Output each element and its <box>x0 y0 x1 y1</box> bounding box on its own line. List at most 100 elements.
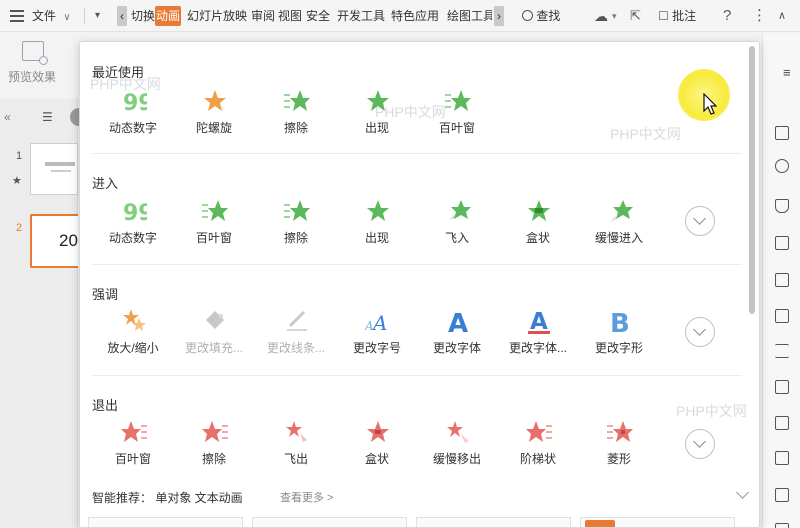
tab-developer[interactable]: 开发工具 <box>336 6 386 26</box>
tab-security[interactable]: 安全 <box>305 6 331 26</box>
anim-entrance-box[interactable]: 盒状 <box>502 198 574 254</box>
smart-more-link[interactable]: 查看更多 > <box>280 489 333 505</box>
svg-text:A: A <box>448 309 468 334</box>
search-icon <box>522 10 533 21</box>
grid-icon[interactable] <box>775 273 789 287</box>
anim-recent-wipe[interactable]: 擦除 <box>260 88 332 144</box>
anim-exit-blinds[interactable]: 百叶窗 <box>97 419 169 475</box>
cloud-dropdown-icon[interactable]: ▾ <box>612 0 617 32</box>
tab-scroll-right-button[interactable]: › <box>494 6 504 26</box>
quick-access-dropdown-icon[interactable]: ▾ <box>95 0 100 32</box>
chart-icon[interactable] <box>775 309 789 323</box>
anim-recent-blinds[interactable]: 百叶窗 <box>421 88 493 144</box>
cloud-icon[interactable]: ☁ <box>594 0 608 32</box>
anim-entrance-fly-in[interactable]: 飞入 <box>421 198 493 254</box>
search-button[interactable]: 查找 <box>522 0 560 32</box>
file-menu[interactable]: 文件 ∨ <box>32 0 71 32</box>
copy-icon[interactable] <box>775 126 789 140</box>
slide-thumbnail-2[interactable]: 20 <box>30 214 78 268</box>
anim-recent-appear[interactable]: 出现 <box>341 88 413 144</box>
tab-slideshow[interactable]: 幻灯片放映 <box>186 6 248 26</box>
anim-entrance-wipe[interactable]: 擦除 <box>260 198 332 254</box>
recommend-card-3[interactable] <box>416 517 571 527</box>
font-color-icon: A <box>528 309 550 334</box>
anim-exit-slow-out[interactable]: 缓慢移出 <box>421 419 493 475</box>
svg-text:B: B <box>610 309 630 334</box>
anim-entrance-slow-in[interactable]: 缓慢进入 <box>583 198 655 254</box>
anim-label: 盒状 <box>364 452 389 466</box>
anim-label: 出现 <box>364 231 389 245</box>
tab-drawing-tools[interactable]: 绘图工具 <box>446 6 492 26</box>
document-icon[interactable] <box>775 380 789 394</box>
export-icon[interactable] <box>775 416 789 430</box>
anim-emphasis-change-size[interactable]: AA 更改字号 <box>341 308 413 364</box>
anim-label: 出现 <box>364 121 389 135</box>
anim-emphasis-grow-shrink[interactable]: 放大/缩小 <box>97 308 169 364</box>
image-icon[interactable] <box>775 523 789 528</box>
chevron-down-icon[interactable] <box>736 486 749 499</box>
tab-transition[interactable]: 切换 <box>130 6 156 26</box>
font-style-icon: B <box>610 309 630 334</box>
anim-exit-steps[interactable]: 阶梯状 <box>502 419 574 475</box>
slow-out-star-icon <box>447 421 469 443</box>
tab-features[interactable]: 特色应用 <box>390 6 440 26</box>
svg-text:A: A <box>530 309 548 334</box>
card-badge <box>585 520 615 527</box>
anim-exit-box[interactable]: 盒状 <box>341 419 413 475</box>
collapse-ribbon-icon[interactable]: ∧ <box>778 0 786 32</box>
recommend-card-2[interactable] <box>252 517 407 527</box>
recommend-card-1[interactable] <box>88 517 243 527</box>
smart-recommend-label: 智能推荐： 单对象 文本动画 <box>92 491 243 505</box>
anim-entrance-appear[interactable]: 出现 <box>341 198 413 254</box>
tab-scroll-left-button[interactable]: ‹ <box>117 6 127 26</box>
anim-exit-diamond[interactable]: 菱形 <box>583 419 655 475</box>
anim-emphasis-change-fill[interactable]: 更改填充... <box>178 308 250 364</box>
slide-panel: « ☰ 1 ★ 2 20 <box>0 98 80 528</box>
help-button[interactable]: ? <box>723 0 731 32</box>
preview-label[interactable]: 预览效果 <box>8 68 56 85</box>
anim-label: 擦除 <box>201 452 226 466</box>
archive-icon[interactable] <box>775 488 789 502</box>
edit-icon[interactable] <box>775 451 789 465</box>
fill-icon[interactable] <box>775 199 789 213</box>
fill-bucket-icon <box>206 311 224 329</box>
watermark: PHP中文网 <box>676 403 747 419</box>
anim-emphasis-change-line[interactable]: 更改线条... <box>260 308 332 364</box>
slide-number-2: 2 <box>16 222 23 234</box>
expand-entrance-button[interactable] <box>685 206 715 236</box>
anim-emphasis-change-style[interactable]: B 更改字形 <box>583 308 655 364</box>
shape-icon[interactable] <box>775 159 789 173</box>
expand-emphasis-button[interactable] <box>685 317 715 347</box>
share-icon[interactable]: ⇱ <box>630 0 641 32</box>
scrollbar-thumb[interactable] <box>749 46 755 314</box>
tab-animation[interactable]: 动画 <box>155 6 182 26</box>
slide-thumbnail-1[interactable] <box>30 143 78 195</box>
anim-recent-dynamic-number[interactable]: 99 动态数字 <box>97 88 169 144</box>
anim-exit-wipe[interactable]: 擦除 <box>178 419 250 475</box>
blinds-star-icon <box>445 90 471 111</box>
anim-exit-fly-out[interactable]: 飞出 <box>260 419 332 475</box>
comment-button[interactable]: ☐ 批注 <box>658 0 696 32</box>
anim-entrance-dynamic-number[interactable]: 99 动态数字 <box>97 198 169 254</box>
table-icon[interactable] <box>775 236 789 250</box>
appear-star-icon <box>367 90 389 111</box>
anim-emphasis-change-font-color[interactable]: A 更改字体... <box>502 308 574 364</box>
tab-review[interactable]: 审阅 <box>250 6 276 26</box>
expand-exit-button[interactable] <box>685 429 715 459</box>
more-button[interactable]: ⋮ <box>752 0 767 32</box>
menu-icon[interactable] <box>10 0 26 32</box>
tab-view[interactable]: 视图 <box>277 6 303 26</box>
wipe-star-icon <box>284 90 310 111</box>
anim-label: 擦除 <box>283 231 308 245</box>
settings-icon[interactable] <box>775 344 789 358</box>
anim-label: 擦除 <box>283 121 308 135</box>
anim-emphasis-change-font[interactable]: A 更改字体 <box>421 308 493 364</box>
anim-recent-spin[interactable]: 陀螺旋 <box>178 88 250 144</box>
ribbon-more-icon[interactable]: ≡ <box>783 65 791 80</box>
preview-icon[interactable] <box>22 41 48 65</box>
collapse-panel-icon[interactable]: « <box>4 110 11 124</box>
slide-thumbnail-text: 20 <box>59 231 78 250</box>
outline-list-icon[interactable]: ☰ <box>42 110 53 124</box>
anim-entrance-blinds[interactable]: 百叶窗 <box>178 198 250 254</box>
recommend-card-4[interactable] <box>580 517 735 527</box>
